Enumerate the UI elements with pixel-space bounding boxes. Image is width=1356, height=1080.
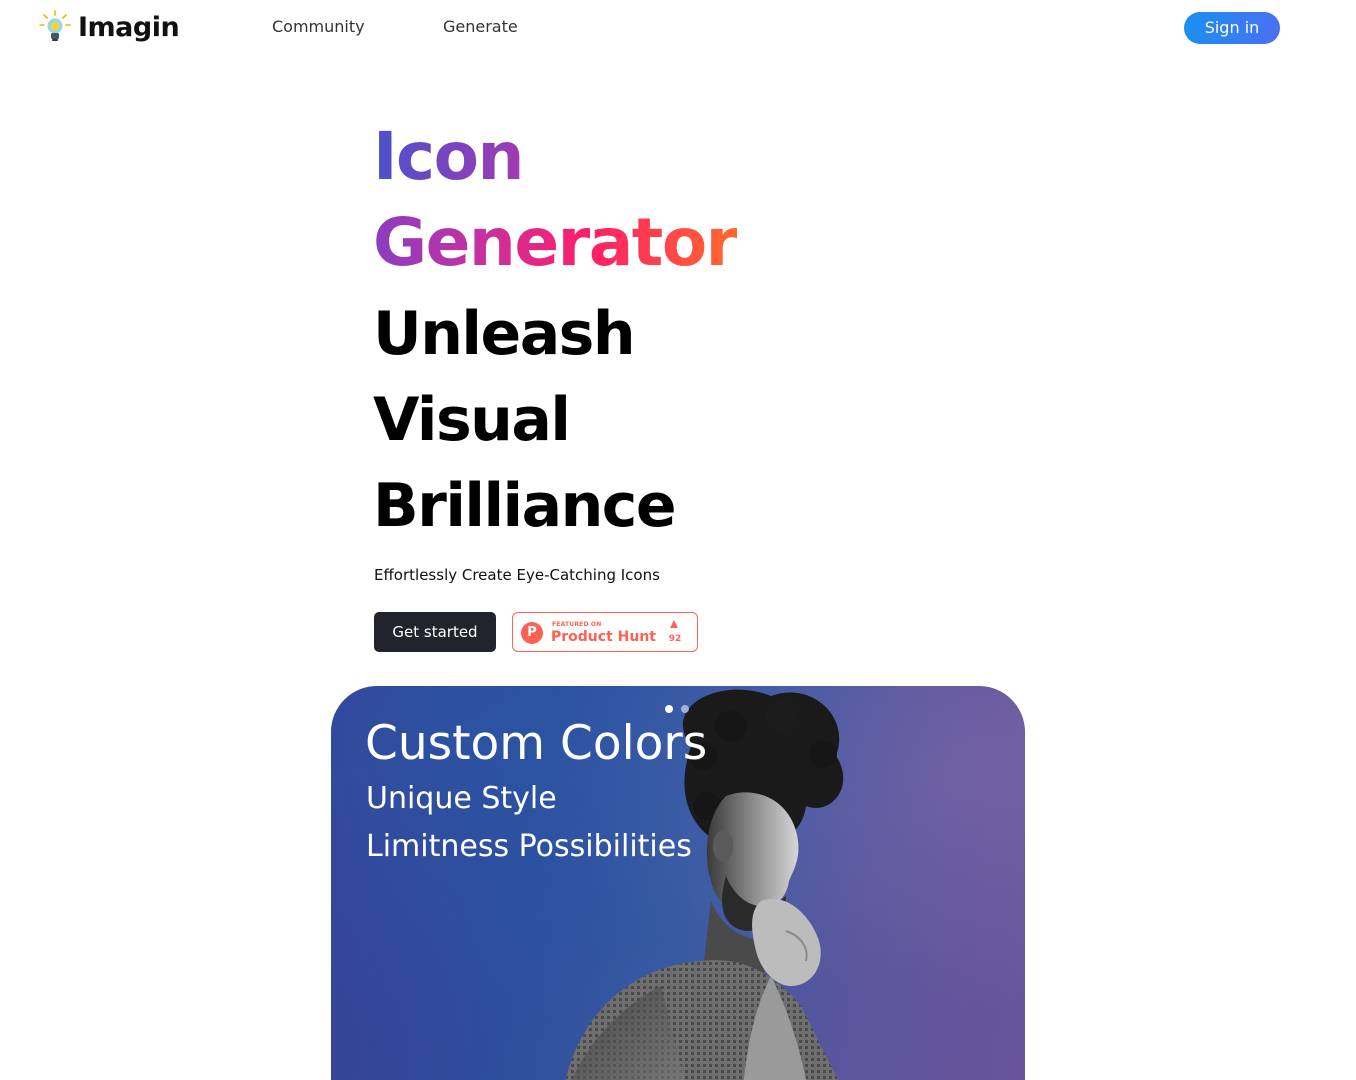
get-started-button[interactable]: Get started bbox=[374, 612, 496, 652]
hero-subtitle: Effortlessly Create Eye-Catching Icons bbox=[374, 566, 660, 584]
nav-community[interactable]: Community bbox=[272, 17, 365, 37]
headline-brilliance: Brilliance bbox=[373, 471, 677, 541]
carousel-dot-1[interactable] bbox=[665, 705, 673, 713]
brand-logo[interactable]: Imagin bbox=[38, 9, 180, 47]
hero-title-line1: Icon bbox=[373, 117, 525, 197]
showcase-carousel: Custom Colors Unique Style Limitness Pos… bbox=[331, 686, 1025, 1080]
hero-title-icon: Icon bbox=[373, 118, 525, 195]
carousel-dots bbox=[665, 705, 689, 713]
lightbulb-icon bbox=[39, 10, 71, 41]
upvote-arrow-icon bbox=[670, 620, 678, 628]
showcase-line-2: Limitness Possibilities bbox=[366, 829, 692, 864]
product-hunt-badge[interactable]: P FEATURED ON Product Hunt 92 bbox=[512, 612, 698, 652]
headline-unleash: Unleash bbox=[373, 299, 636, 369]
showcase-line-1: Unique Style bbox=[366, 781, 557, 816]
showcase-title: Custom Colors bbox=[365, 716, 708, 771]
hero-title-line2: Generator bbox=[373, 203, 738, 283]
headline-visual: Visual bbox=[373, 385, 571, 455]
carousel-dot-2[interactable] bbox=[681, 705, 689, 713]
brand-name: Imagin bbox=[78, 12, 180, 43]
nav-generate[interactable]: Generate bbox=[443, 17, 518, 37]
product-hunt-upvotes: 92 bbox=[668, 634, 682, 644]
landing-page: Imagin Community Generate Sign in Icon G… bbox=[0, 0, 1356, 1080]
product-hunt-name: Product Hunt bbox=[551, 629, 656, 645]
hero-title-generator: Generator bbox=[373, 204, 738, 281]
product-hunt-logo-icon: P bbox=[521, 622, 543, 644]
signin-button[interactable]: Sign in bbox=[1184, 12, 1280, 44]
